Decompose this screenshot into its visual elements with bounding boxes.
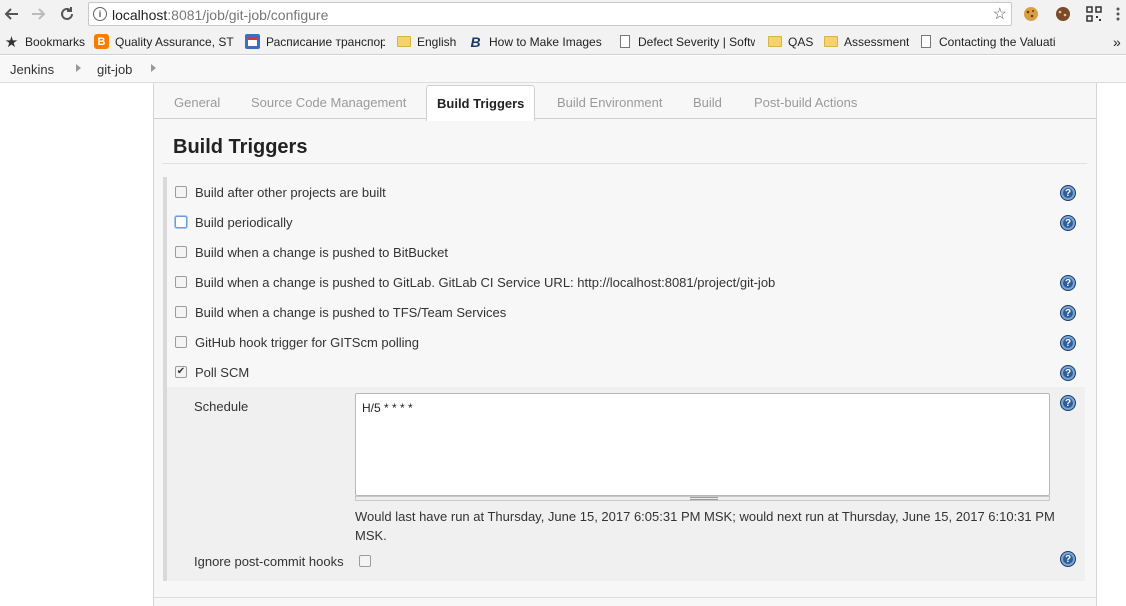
bookmark-label: Расписание транспорт <box>266 34 385 49</box>
page-icon <box>617 34 632 49</box>
breadcrumb-jenkins[interactable]: Jenkins <box>10 62 54 77</box>
help-icon[interactable]: ? <box>1060 365 1076 381</box>
breadcrumb-git-job[interactable]: git-job <box>97 62 132 77</box>
tab-build[interactable]: Build <box>693 95 722 110</box>
bookmark-qas[interactable]: QAS <box>767 33 817 50</box>
trigger-build-after-other-projects[interactable]: Build after other projects are built <box>175 182 386 202</box>
ignore-post-commit-hooks-checkbox[interactable] <box>359 555 371 567</box>
bookmark-how-to-make-images[interactable]: B How to Make Images <box>468 33 604 50</box>
checkbox[interactable] <box>175 246 187 258</box>
page-icon <box>918 34 933 49</box>
tab-build-environment[interactable]: Build Environment <box>557 95 663 110</box>
blogger-icon: B <box>94 34 109 49</box>
bookmark-quality-assurance[interactable]: B Quality Assurance, STL <box>94 33 234 50</box>
bookmark-label: QAS <box>788 34 814 49</box>
trigger-label: Build when a change is pushed to TFS/Tea… <box>195 304 507 320</box>
cookie-editor-extension-icon[interactable] <box>1053 4 1073 24</box>
help-icon[interactable]: ? <box>1060 395 1076 411</box>
bookmark-label: English <box>417 34 457 49</box>
bookmarks-bar: ★ Bookmarks B Quality Assurance, STL Рас… <box>0 28 1126 55</box>
schedule-icon <box>245 34 260 49</box>
trigger-poll-scm[interactable]: ✔ Poll SCM <box>175 362 249 382</box>
url-host: localhost <box>112 7 168 23</box>
reload-icon[interactable] <box>56 3 78 25</box>
qr-code-extension-icon[interactable] <box>1084 4 1104 24</box>
address-bar[interactable]: i localhost:8081/job/git-job/configure ☆ <box>88 2 1012 26</box>
textarea-resize-handle[interactable] <box>355 496 1050 501</box>
star-icon: ★ <box>4 33 19 51</box>
schedule-textarea[interactable]: H/5 * * * * <box>355 393 1050 496</box>
checkbox[interactable] <box>175 306 187 318</box>
section-indicator <box>163 177 167 581</box>
breadcrumb-separator-icon[interactable] <box>151 64 156 72</box>
forward-icon[interactable] <box>27 3 49 25</box>
help-icon[interactable]: ? <box>1060 305 1076 321</box>
checkbox[interactable] <box>175 186 187 198</box>
b-logo-icon: B <box>470 33 481 50</box>
back-icon[interactable] <box>1 3 23 25</box>
trigger-tfs-push[interactable]: Build when a change is pushed to TFS/Tea… <box>175 302 506 322</box>
checkbox[interactable] <box>175 276 187 288</box>
bookmark-schedule[interactable]: Расписание транспорт <box>245 33 385 50</box>
help-icon[interactable]: ? <box>1060 185 1076 201</box>
folder-icon <box>823 34 838 49</box>
bookmark-assessment[interactable]: Assessment <box>823 33 909 50</box>
help-icon[interactable]: ? <box>1060 275 1076 291</box>
menu-icon[interactable] <box>1108 4 1126 24</box>
trigger-label: Build when a change is pushed to BitBuck… <box>195 244 448 260</box>
checkbox[interactable] <box>175 216 187 228</box>
tab-general[interactable]: General <box>174 95 220 110</box>
bookmark-label: Assessment <box>844 34 909 49</box>
bookmark-defect-severity[interactable]: Defect Severity | Softw <box>617 33 755 50</box>
folder-icon <box>396 34 411 49</box>
trigger-label: Build periodically <box>195 214 293 230</box>
help-icon[interactable]: ? <box>1060 551 1076 567</box>
bookmarks-overflow[interactable]: » <box>1113 33 1125 50</box>
bookmark-english[interactable]: English <box>396 33 458 50</box>
bookmark-label: Bookmarks <box>25 34 86 49</box>
info-icon[interactable]: i <box>93 7 107 21</box>
folder-icon <box>767 34 782 49</box>
title-divider <box>162 163 1087 164</box>
trigger-github-hook[interactable]: GitHub hook trigger for GITScm polling <box>175 332 419 352</box>
trigger-label: Build after other projects are built <box>195 184 386 200</box>
tab-source-code-management[interactable]: Source Code Management <box>251 95 406 110</box>
url-text: localhost:8081/job/git-job/configure <box>112 7 328 23</box>
tab-divider <box>154 118 1096 119</box>
bookmark-label: How to Make Images <box>489 34 602 49</box>
bookmark-contacting-valuation[interactable]: Contacting the Valuati <box>918 33 1058 50</box>
url-path: :8081/job/git-job/configure <box>167 7 329 23</box>
trigger-bitbucket-push[interactable]: Build when a change is pushed to BitBuck… <box>175 242 448 262</box>
config-panel: General Source Code Management Build Tri… <box>153 83 1097 606</box>
bookmark-label: Contacting the Valuati <box>939 34 1056 49</box>
help-icon[interactable]: ? <box>1060 215 1076 231</box>
bookmark-label: Quality Assurance, STL <box>115 34 234 49</box>
checkbox-checked[interactable]: ✔ <box>175 366 187 378</box>
breadcrumb: Jenkins git-job <box>0 56 1126 83</box>
breadcrumb-separator-icon[interactable] <box>76 64 81 72</box>
trigger-label: GitHub hook trigger for GITScm polling <box>195 334 419 350</box>
tab-post-build-actions[interactable]: Post-build Actions <box>754 95 857 110</box>
section-title: Build Triggers <box>173 136 308 158</box>
checkbox[interactable] <box>175 336 187 348</box>
help-icon[interactable]: ? <box>1060 335 1076 351</box>
schedule-label: Schedule <box>194 399 249 414</box>
trigger-label: Build when a change is pushed to GitLab.… <box>195 274 776 290</box>
schedule-run-info: Would last have run at Thursday, June 15… <box>355 509 1055 543</box>
bookmarks-menu[interactable]: ★ Bookmarks <box>4 33 88 51</box>
trigger-build-periodically[interactable]: Build periodically <box>175 212 293 232</box>
cookie-extension-icon[interactable] <box>1021 4 1041 24</box>
tab-build-triggers[interactable]: Build Triggers <box>426 85 536 121</box>
section-bottom-divider <box>154 597 1096 598</box>
bookmark-star-icon[interactable]: ☆ <box>993 4 1007 24</box>
browser-toolbar: i localhost:8081/job/git-job/configure ☆ <box>0 0 1126 28</box>
bookmark-label: Defect Severity | Softw <box>638 34 755 49</box>
ignore-post-commit-hooks-label: Ignore post-commit hooks <box>194 554 344 569</box>
trigger-label: Poll SCM <box>195 364 250 380</box>
trigger-gitlab-push[interactable]: Build when a change is pushed to GitLab.… <box>175 272 775 292</box>
